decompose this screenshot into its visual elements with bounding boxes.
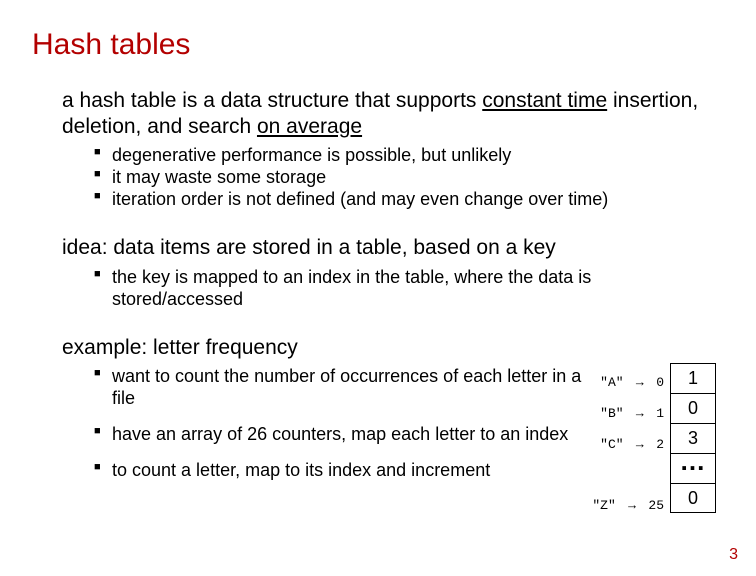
array-cell: 0 (670, 393, 716, 423)
page-number: 3 (729, 546, 738, 564)
map-row: "A" → 0 (582, 367, 664, 398)
arrow-icon: → (631, 436, 648, 451)
map-index: 2 (656, 437, 664, 452)
map-row: "B" → 1 (582, 398, 664, 429)
array-cell: 1 (670, 363, 716, 393)
section-intro: a hash table is a data structure that su… (62, 88, 716, 211)
bullet-item: degenerative performance is possible, bu… (94, 145, 716, 167)
intro-text: a hash table is a data structure that su… (62, 88, 716, 139)
text-fragment: a hash table is a data structure that su… (62, 89, 482, 112)
slide-title: Hash tables (32, 28, 716, 62)
underline-on-average: on average (257, 115, 362, 138)
section-example: example: letter frequency want to count … (62, 335, 716, 521)
counter-array: 1 0 3 … 0 (670, 335, 716, 513)
section-idea: idea: data items are stored in a table, … (62, 235, 716, 311)
intro-bullets: degenerative performance is possible, bu… (94, 145, 716, 211)
array-cell-ellipsis: … (670, 453, 716, 483)
map-key: "Z" (592, 498, 615, 513)
example-bullets: want to count the number of occurrences … (94, 366, 582, 482)
map-key: "B" (600, 406, 623, 421)
map-key: "C" (600, 437, 623, 452)
underline-constant-time: constant time (482, 89, 607, 112)
map-row: "C" → 2 (582, 429, 664, 460)
bullet-item: the key is mapped to an index in the tab… (94, 267, 716, 311)
example-heading: example: letter frequency (62, 335, 582, 361)
map-index: 1 (656, 406, 664, 421)
arrow-icon: → (631, 374, 648, 389)
hash-mapping-column: "A" → 0 "B" → 1 "C" → 2 "Z" → 25 (582, 335, 670, 521)
map-row (582, 460, 664, 490)
arrow-icon: → (624, 497, 641, 512)
map-index: 0 (656, 375, 664, 390)
idea-text: idea: data items are stored in a table, … (62, 235, 716, 261)
map-key: "A" (600, 375, 623, 390)
map-row: "Z" → 25 (582, 490, 664, 521)
bullet-item: want to count the number of occurrences … (94, 366, 582, 410)
map-index: 25 (648, 498, 664, 513)
example-text-column: example: letter frequency want to count … (62, 335, 582, 496)
idea-bullets: the key is mapped to an index in the tab… (94, 267, 716, 311)
bullet-item: have an array of 26 counters, map each l… (94, 424, 582, 446)
bullet-item: it may waste some storage (94, 167, 716, 189)
arrow-icon: → (631, 405, 648, 420)
bullet-item: iteration order is not defined (and may … (94, 189, 716, 211)
bullet-item: to count a letter, map to its index and … (94, 460, 582, 482)
array-cell: 0 (670, 483, 716, 513)
